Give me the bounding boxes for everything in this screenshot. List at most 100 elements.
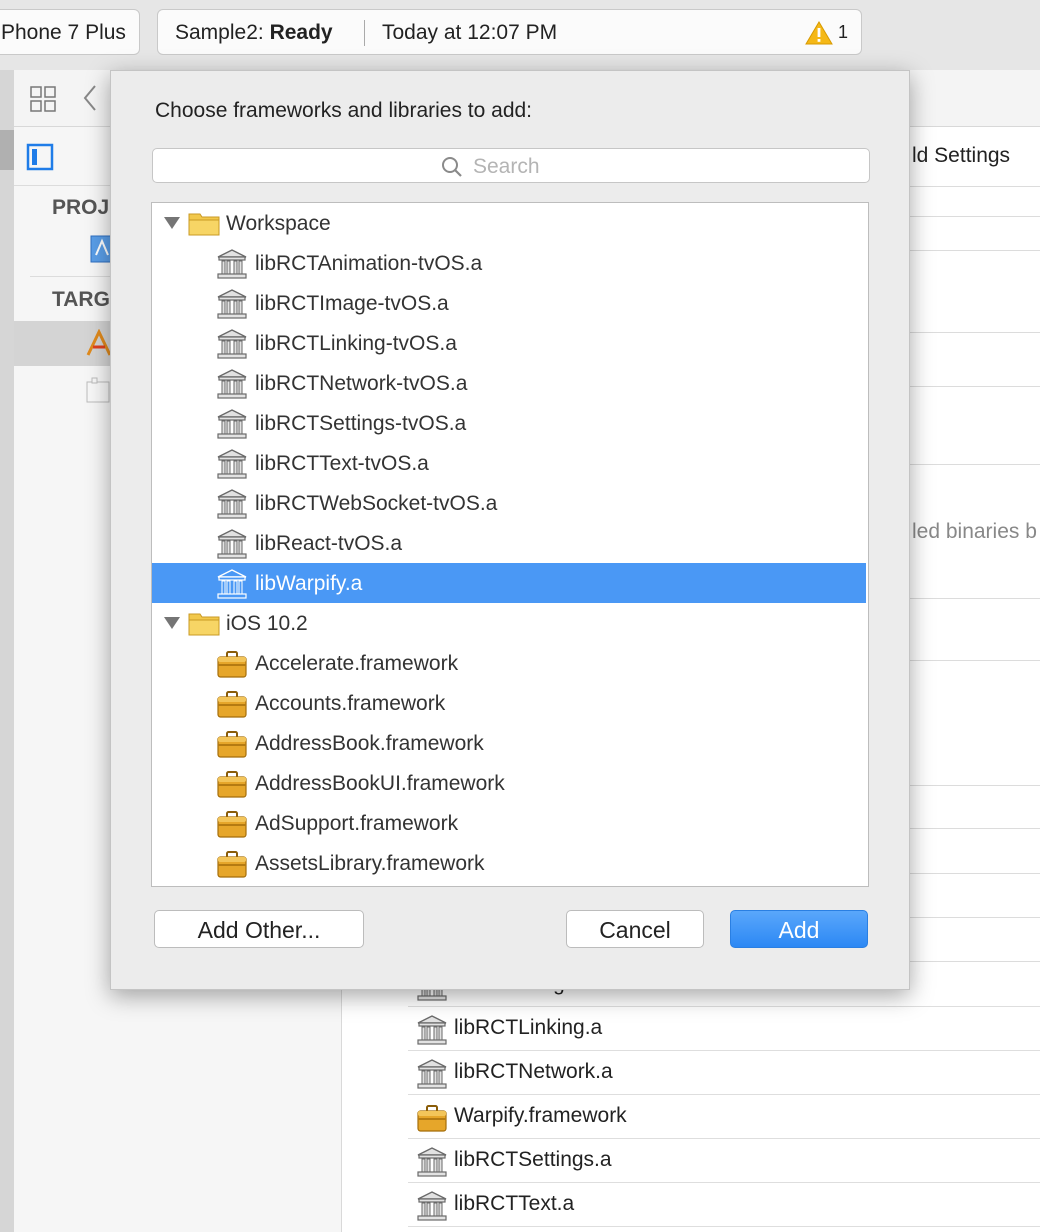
item-label: AddressBookUI.framework	[255, 772, 505, 795]
scroll-thumb[interactable]	[0, 130, 14, 170]
editor-divider	[910, 386, 1040, 387]
device-selector[interactable]: Phone 7 Plus	[0, 9, 140, 55]
warning-count: 1	[838, 22, 849, 42]
item-label: AssetsLibrary.framework	[255, 852, 485, 875]
status-state: Ready	[269, 21, 333, 44]
left-scroll-strip	[0, 70, 14, 1232]
build-settings-tab[interactable]: ld Settings	[912, 144, 1010, 168]
item-label: libReact-tvOS.a	[255, 532, 403, 555]
back-chevron-icon[interactable]	[82, 84, 98, 112]
sheet-title: Choose frameworks and libraries to add:	[155, 99, 533, 122]
list-item[interactable]: AddressBook.framework	[152, 723, 866, 763]
item-label: libRCTSettings-tvOS.a	[255, 412, 467, 435]
linked-library-label: libRCTSettings.a	[454, 1148, 612, 1171]
linked-library-label: Warpify.framework	[454, 1104, 627, 1127]
status-project: Sample2: Ready	[175, 21, 333, 45]
folder-icon	[188, 211, 220, 236]
disclosure-triangle-icon[interactable]	[164, 217, 180, 229]
sidebar-toggle-icon[interactable]	[26, 143, 54, 171]
library-icon	[416, 1146, 447, 1177]
list-item[interactable]: Accounts.framework	[152, 683, 866, 723]
list-item[interactable]: libRCTLinking-tvOS.a	[152, 323, 866, 363]
framework-icon	[416, 1102, 447, 1132]
item-label: AddressBook.framework	[255, 732, 484, 755]
extension-target-icon[interactable]	[86, 377, 110, 403]
add-frameworks-sheet: Choose frameworks and libraries to add: …	[110, 70, 910, 990]
framework-icon	[216, 648, 248, 680]
list-item[interactable]: libRCTSettings-tvOS.a	[152, 403, 866, 443]
item-label: AdSupport.framework	[255, 812, 459, 835]
library-icon	[216, 288, 248, 320]
warning-icon[interactable]	[804, 20, 834, 46]
project-section-title: PROJ	[52, 196, 110, 219]
linked-library-row[interactable]: libRCTNetwork.a	[408, 1050, 1040, 1095]
linked-library-row[interactable]: Warpify.framework	[408, 1094, 1040, 1139]
library-icon	[216, 408, 248, 440]
editor-divider	[910, 828, 1040, 829]
library-icon	[216, 248, 248, 280]
editor-divider	[910, 660, 1040, 661]
framework-icon	[216, 768, 248, 800]
disclosure-triangle-icon[interactable]	[164, 617, 180, 629]
framework-icon	[216, 688, 248, 720]
linked-library-label: libRCTLinking.a	[454, 1016, 603, 1039]
editor-divider	[910, 917, 1040, 918]
status-project-name: Sample2:	[175, 21, 264, 44]
list-item[interactable]: libWarpify.a	[152, 563, 866, 603]
editor-divider	[910, 186, 1040, 187]
cancel-button[interactable]: Cancel	[566, 910, 704, 948]
library-icon	[216, 448, 248, 480]
embedded-binaries-text: led binaries b	[912, 520, 1037, 543]
library-icon	[216, 328, 248, 360]
list-item[interactable]: AdSupport.framework	[152, 803, 866, 843]
item-label: libRCTImage-tvOS.a	[255, 292, 449, 315]
list-item[interactable]: libReact-tvOS.a	[152, 523, 866, 563]
linked-library-row[interactable]: libRCTText.a	[408, 1182, 1040, 1227]
editor-divider	[910, 250, 1040, 251]
item-label: libRCTLinking-tvOS.a	[255, 332, 457, 355]
activity-status: Sample2: Ready Today at 12:07 PM 1	[157, 9, 862, 55]
group-row-workspace[interactable]: Workspace	[152, 203, 866, 243]
item-label: libWarpify.a	[255, 572, 363, 595]
library-icon	[416, 1058, 447, 1089]
add-button[interactable]: Add	[730, 910, 868, 948]
framework-icon	[216, 848, 248, 880]
group-label: Workspace	[226, 212, 331, 235]
search-field[interactable]	[152, 148, 870, 183]
list-item[interactable]: Accelerate.framework	[152, 643, 866, 683]
group-row-ios-10-2[interactable]: iOS 10.2	[152, 603, 866, 643]
search-icon	[442, 157, 462, 177]
linked-library-label: libRCTNetwork.a	[454, 1060, 613, 1083]
search-input[interactable]	[471, 152, 775, 181]
linked-library-label: libRCTText.a	[454, 1192, 575, 1215]
status-divider	[364, 20, 365, 46]
related-items-icon[interactable]	[30, 86, 56, 112]
editor-divider	[910, 464, 1040, 465]
frameworks-list[interactable]: Workspace libRCTAnimation-tvOS.a libRCTI…	[151, 202, 869, 887]
editor-divider	[910, 216, 1040, 217]
framework-icon	[216, 808, 248, 840]
editor-divider	[910, 873, 1040, 874]
editor-divider	[910, 785, 1040, 786]
item-label: libRCTAnimation-tvOS.a	[255, 252, 483, 275]
linked-library-row[interactable]: libRCTLinking.a	[408, 1006, 1040, 1051]
library-icon	[216, 488, 248, 520]
list-item[interactable]: libRCTImage-tvOS.a	[152, 283, 866, 323]
app-target-icon	[86, 329, 112, 356]
item-label: Accelerate.framework	[255, 652, 459, 675]
editor-divider	[910, 332, 1040, 333]
library-icon	[216, 368, 248, 400]
list-item[interactable]: libRCTAnimation-tvOS.a	[152, 243, 866, 283]
framework-icon	[216, 728, 248, 760]
item-label: Accounts.framework	[255, 692, 446, 715]
list-item[interactable]: AssetsLibrary.framework	[152, 843, 866, 883]
add-other-button[interactable]: Add Other...	[154, 910, 364, 948]
list-item[interactable]: AddressBookUI.framework	[152, 763, 866, 803]
list-item[interactable]: libRCTText-tvOS.a	[152, 443, 866, 483]
library-icon	[416, 1014, 447, 1045]
list-item[interactable]: libRCTWebSocket-tvOS.a	[152, 483, 866, 523]
library-icon	[216, 568, 248, 600]
list-item[interactable]: libRCTNetwork-tvOS.a	[152, 363, 866, 403]
status-time: Today at 12:07 PM	[382, 21, 558, 44]
linked-library-row[interactable]: libRCTSettings.a	[408, 1138, 1040, 1183]
